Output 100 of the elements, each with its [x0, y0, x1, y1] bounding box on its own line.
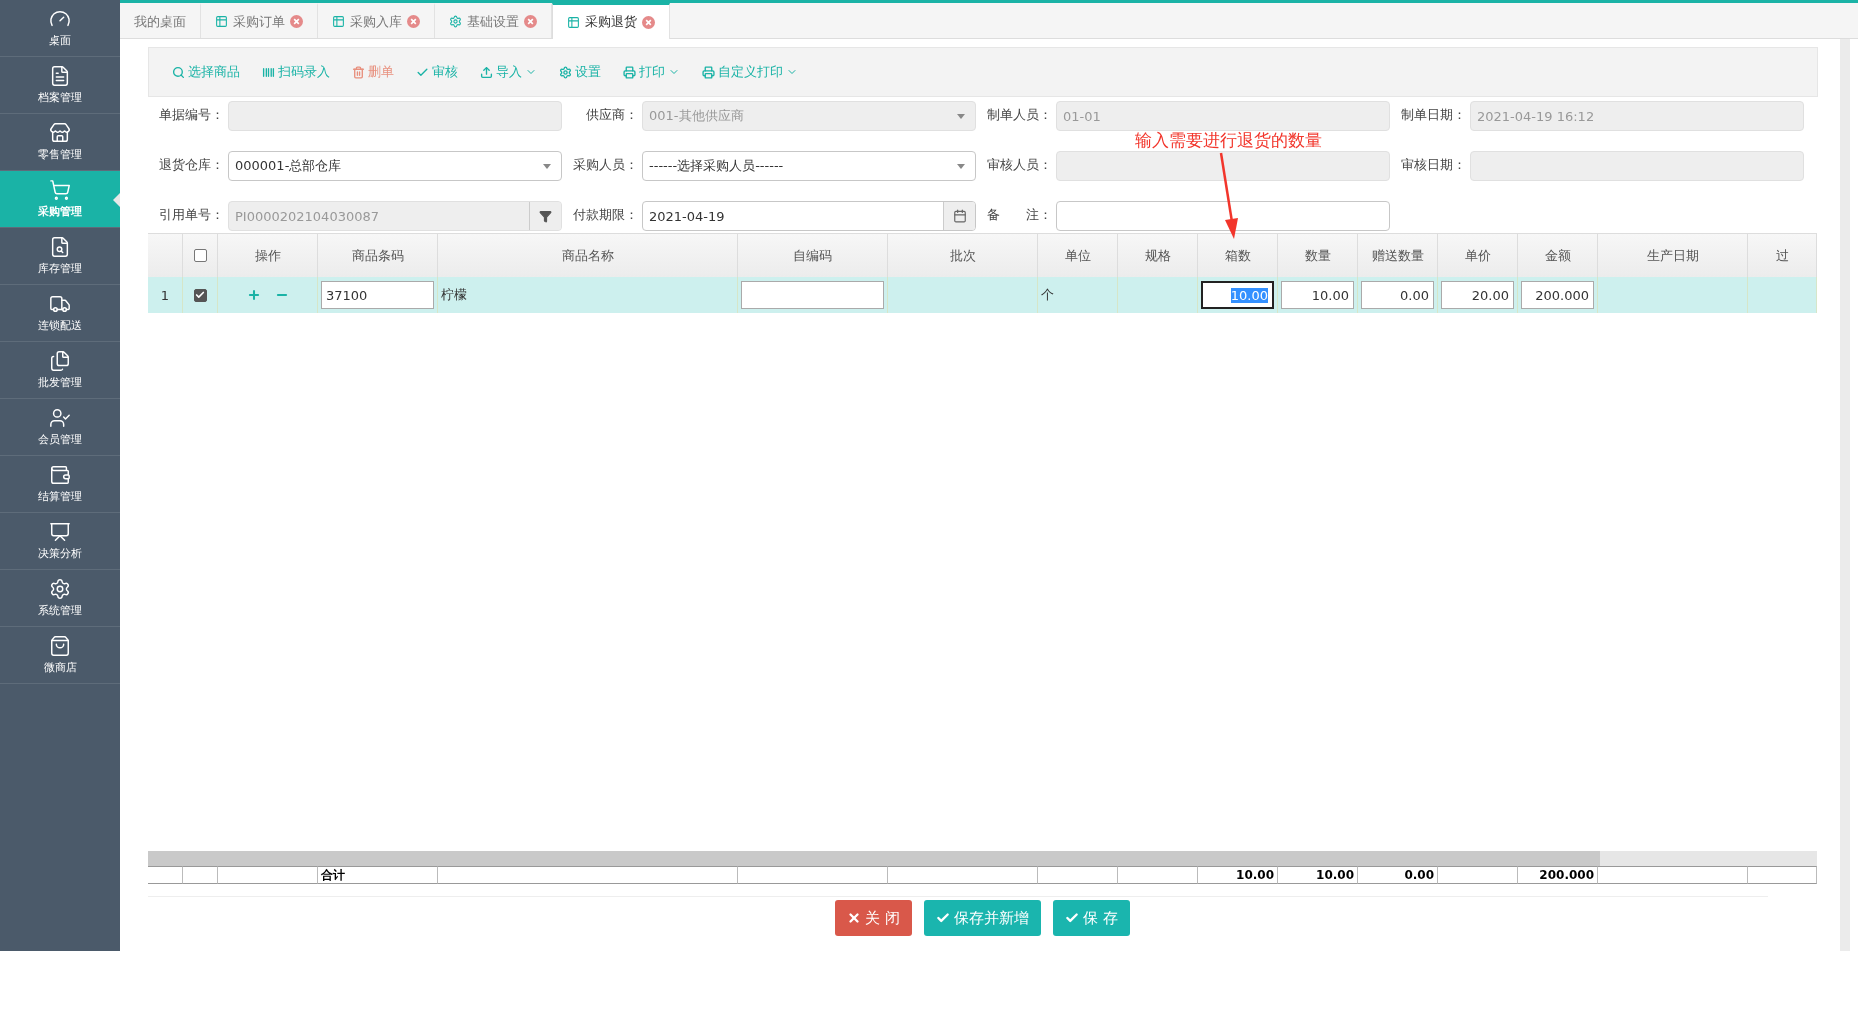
calendar-icon[interactable]	[952, 209, 967, 223]
total-cell: 0.00	[1358, 866, 1438, 884]
sidebar-item[interactable]: 结算管理	[0, 456, 120, 513]
column-header: 金额	[1518, 233, 1598, 277]
toolbar-button[interactable]: 导入	[471, 59, 546, 85]
wallet-icon	[49, 464, 71, 486]
sidebar-item[interactable]: 系统管理	[0, 570, 120, 627]
toolbar-button[interactable]: 自定义打印	[693, 59, 807, 85]
tab[interactable]: 采购订单	[201, 3, 318, 38]
column-header: 操作	[218, 233, 318, 277]
save-button[interactable]: 保 存	[1053, 900, 1130, 936]
sidebar-item[interactable]: 会员管理	[0, 399, 120, 456]
total-cell: 200.000	[1518, 866, 1598, 884]
column-header: 生产日期	[1598, 233, 1748, 277]
close-icon[interactable]	[407, 15, 420, 28]
field-label: 审核日期：	[1400, 156, 1467, 174]
column-header: 赠送数量	[1358, 233, 1438, 277]
tab-label[interactable]: 采购入库	[350, 12, 402, 31]
input-field[interactable]: 10.00	[1281, 281, 1354, 309]
table-cell	[1748, 277, 1817, 313]
toolbar-button[interactable]: 删单	[343, 59, 403, 85]
annotation-text: 输入需要进行退货的数量	[1135, 130, 1322, 150]
tab-label[interactable]: 我的桌面	[134, 12, 186, 31]
trash-icon	[352, 65, 365, 79]
chart-board-icon	[49, 521, 71, 543]
sidebar-item[interactable]: 采购管理	[0, 171, 120, 228]
store-icon	[49, 122, 71, 144]
toolbar-button[interactable]: 打印	[614, 59, 689, 85]
tab[interactable]: 采购退货	[552, 3, 670, 39]
field-label: 备 注：	[986, 206, 1053, 224]
tab[interactable]: 我的桌面	[120, 3, 201, 38]
checkbox[interactable]	[193, 249, 207, 262]
settings-icon	[559, 65, 572, 79]
select-field[interactable]: ------选择采购人员------	[642, 151, 976, 181]
toolbar-button[interactable]: 选择商品	[163, 59, 249, 85]
input-field[interactable]: 10.00	[1201, 281, 1274, 309]
input-field[interactable]	[1056, 201, 1390, 231]
total-cell: 10.00	[1278, 866, 1358, 884]
field-label: 引用单号：	[158, 206, 225, 224]
field-label: 退货仓库：	[158, 156, 225, 174]
close-icon[interactable]	[524, 15, 537, 28]
sheet-icon	[332, 15, 345, 28]
total-cell	[148, 866, 183, 884]
tab-label[interactable]: 采购退货	[585, 13, 637, 31]
sidebar-item[interactable]: 档案管理	[0, 57, 120, 114]
input-field[interactable]: 200.000	[1521, 281, 1594, 309]
user-check-icon	[49, 407, 71, 429]
tab[interactable]: 采购入库	[318, 3, 435, 38]
toolbar-button[interactable]: 审核	[407, 59, 467, 85]
row-number: 1	[148, 277, 183, 313]
field-label: 单据编号：	[158, 106, 225, 124]
table-cell: 个	[1038, 277, 1118, 313]
total-cell	[1748, 866, 1817, 884]
checkbox[interactable]	[193, 288, 207, 302]
tab-label[interactable]: 采购订单	[233, 12, 285, 31]
sheet-icon	[567, 15, 580, 29]
tab-label[interactable]: 基础设置	[467, 12, 519, 31]
table-cell: 柠檬	[438, 277, 738, 313]
upload-icon	[480, 65, 493, 79]
sidebar-item[interactable]: 批发管理	[0, 342, 120, 399]
column-header: 商品条码	[318, 233, 438, 277]
toolbar-button[interactable]: 设置	[550, 59, 610, 85]
column-header: 过	[1748, 233, 1817, 277]
total-cell	[183, 866, 218, 884]
document-search-icon	[49, 236, 71, 258]
input-field[interactable]: 0.00	[1361, 281, 1434, 309]
files-icon	[49, 350, 71, 372]
input-field[interactable]: 37100	[321, 281, 434, 309]
close-button[interactable]: 关 闭	[835, 900, 912, 936]
field-label: 制单日期：	[1400, 106, 1467, 124]
sidebar-item[interactable]: 决策分析	[0, 513, 120, 570]
add-icon[interactable]	[246, 288, 261, 302]
column-header: 批次	[888, 233, 1038, 277]
select-field[interactable]: 000001-总部仓库	[228, 151, 562, 181]
printer-icon	[702, 65, 715, 79]
field-label: 审核人员：	[986, 156, 1053, 174]
column-header: 数量	[1278, 233, 1358, 277]
cart-icon	[49, 179, 71, 201]
document-icon	[49, 65, 71, 87]
column-header: 单价	[1438, 233, 1518, 277]
search-icon	[172, 65, 185, 79]
save-button[interactable]: 保存并新增	[924, 900, 1041, 936]
truck-icon	[49, 293, 71, 315]
sidebar-item[interactable]: 微商店	[0, 627, 120, 684]
column-header: 自编码	[738, 233, 888, 277]
close-icon	[847, 911, 862, 925]
toolbar-button[interactable]: 扫码录入	[253, 59, 339, 85]
sidebar-item[interactable]: 库存管理	[0, 228, 120, 285]
date-field[interactable]: 2021-04-19	[642, 201, 976, 231]
total-label: 合计	[318, 866, 438, 884]
horizontal-scrollbar[interactable]	[148, 851, 1817, 866]
field-label: 制单人员：	[986, 106, 1053, 124]
bag-icon	[49, 635, 71, 657]
column-header: 规格	[1118, 233, 1198, 277]
vertical-scrollbar[interactable]	[1840, 39, 1850, 951]
input-field[interactable]: 20.00	[1441, 281, 1514, 309]
sidebar-item[interactable]: 连锁配送	[0, 285, 120, 342]
column-header: 商品名称	[438, 233, 738, 277]
close-icon[interactable]	[290, 15, 303, 28]
close-icon[interactable]	[642, 15, 655, 29]
